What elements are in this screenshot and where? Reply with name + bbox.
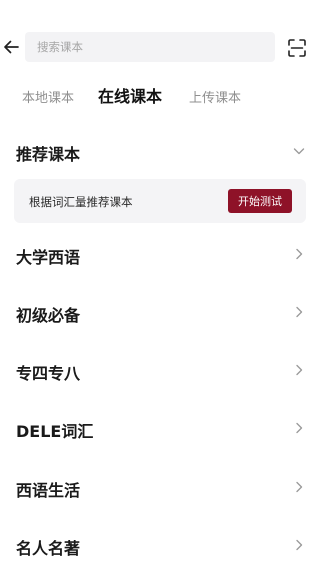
start-test-button[interactable]: 开始测试 (228, 189, 292, 213)
category-label: 名人名著 (16, 539, 81, 558)
recommend-section-header[interactable]: 推荐课本 (0, 134, 320, 168)
category-item[interactable]: 大学西语 (0, 232, 320, 276)
category-label: 初级必备 (16, 306, 81, 325)
category-label: 专四专八 (16, 364, 81, 383)
tab-online-textbooks[interactable]: 在线课本 (98, 83, 162, 107)
tab-local-textbooks[interactable]: 本地课本 (22, 87, 74, 106)
recommend-hint: 根据词汇量推荐课本 (29, 195, 133, 209)
textbook-tabs: 本地课本 在线课本 上传课本 (0, 84, 320, 110)
chevron-right-icon (296, 539, 303, 551)
search-bar[interactable] (25, 32, 275, 62)
category-label: 西语生活 (16, 481, 81, 500)
recommend-card: 根据词汇量推荐课本 开始测试 (14, 179, 306, 223)
category-item[interactable]: 西语生活 (0, 465, 320, 509)
category-item[interactable]: 初级必备 (0, 290, 320, 334)
arrow-left-icon (4, 40, 19, 54)
back-button[interactable] (0, 34, 22, 60)
chevron-right-icon (296, 248, 303, 260)
chevron-down-icon[interactable] (292, 144, 306, 158)
scan-button[interactable] (287, 38, 307, 58)
recommend-section-title: 推荐课本 (16, 145, 81, 164)
chevron-right-icon (296, 422, 303, 434)
tab-upload-textbooks[interactable]: 上传课本 (189, 87, 241, 106)
category-label: DELE词汇 (16, 422, 94, 441)
scan-icon (288, 39, 306, 57)
chevron-right-icon (296, 364, 303, 376)
search-input[interactable] (37, 40, 275, 54)
chevron-right-icon (296, 481, 303, 493)
category-label: 大学西语 (16, 248, 81, 267)
top-bar (0, 28, 320, 66)
category-item[interactable]: 专四专八 (0, 348, 320, 392)
chevron-right-icon (296, 306, 303, 318)
category-item[interactable]: DELE词汇 (0, 406, 320, 450)
category-item[interactable]: 名人名著 (0, 523, 320, 567)
